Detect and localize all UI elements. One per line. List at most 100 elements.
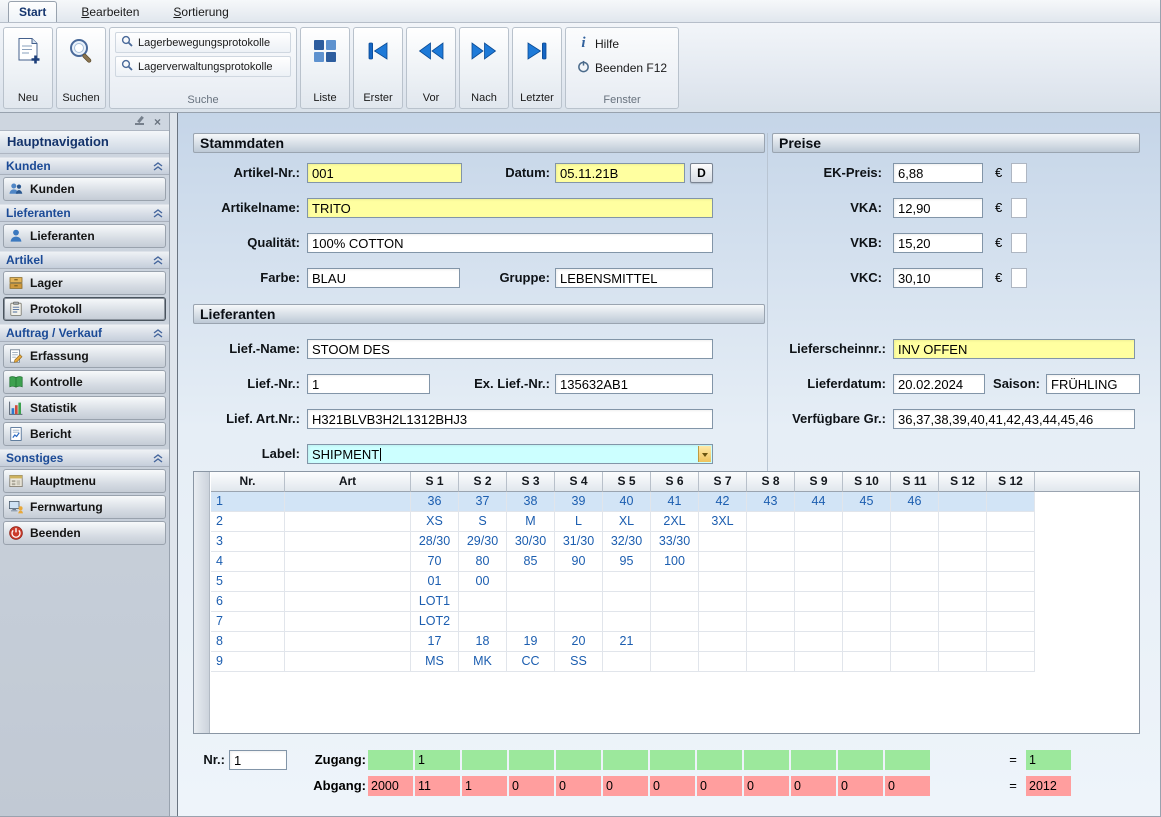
grid-cell[interactable] xyxy=(843,632,891,652)
grid-cell[interactable]: CC xyxy=(507,652,555,672)
splitter[interactable] xyxy=(170,113,177,816)
grid-cell[interactable] xyxy=(747,612,795,632)
grid-cell[interactable] xyxy=(891,572,939,592)
neu-button[interactable]: Neu xyxy=(3,27,53,109)
grid-cell[interactable] xyxy=(891,532,939,552)
grid-cell[interactable] xyxy=(651,612,699,632)
gruppe-input[interactable]: LEBENSMITTEL xyxy=(555,268,713,288)
grid-cell[interactable] xyxy=(459,612,507,632)
grid-cell[interactable]: 44 xyxy=(795,492,843,512)
grid-cell[interactable] xyxy=(285,512,411,532)
grid-cell[interactable] xyxy=(939,552,987,572)
grid-cell[interactable]: 2XL xyxy=(651,512,699,532)
sidebar-item-erfassung[interactable]: Erfassung xyxy=(3,344,166,368)
grid-cell[interactable] xyxy=(843,572,891,592)
grid-cell[interactable]: 3XL xyxy=(699,512,747,532)
tab-start[interactable]: Start xyxy=(8,1,57,22)
preise-row-input[interactable]: 30,10 xyxy=(893,268,983,288)
sidebar-item-hauptmenu[interactable]: Hauptmenu xyxy=(3,469,166,493)
grid-cell[interactable]: 7 xyxy=(211,612,285,632)
grid-cell[interactable]: 9 xyxy=(211,652,285,672)
grid-cell[interactable] xyxy=(987,632,1035,652)
grid-row[interactable]: 50100 xyxy=(211,572,1139,592)
saison-input[interactable]: FRÜHLING xyxy=(1046,374,1140,394)
preise-row-input[interactable]: 6,88 xyxy=(893,163,983,183)
grid-cell[interactable]: 5 xyxy=(211,572,285,592)
grid-cell[interactable] xyxy=(507,572,555,592)
sidebar-section-artikel[interactable]: Artikel xyxy=(0,251,169,269)
grid-cell[interactable] xyxy=(699,652,747,672)
grid-cell[interactable] xyxy=(795,552,843,572)
close-icon[interactable] xyxy=(154,117,161,127)
artikel-nr-input[interactable]: 001 xyxy=(307,163,462,183)
grid-cell[interactable]: LOT2 xyxy=(411,612,459,632)
grid-cell[interactable] xyxy=(747,652,795,672)
grid-row[interactable]: 47080859095100 xyxy=(211,552,1139,572)
grid-cell[interactable]: L xyxy=(555,512,603,532)
grid-cell[interactable] xyxy=(795,652,843,672)
grid-row[interactable]: 13637383940414243444546 xyxy=(211,492,1139,512)
grid-cell[interactable] xyxy=(795,632,843,652)
grid-row[interactable]: 81718192021 xyxy=(211,632,1139,652)
grid-cell[interactable]: 39 xyxy=(555,492,603,512)
grid-cell[interactable]: 45 xyxy=(843,492,891,512)
grid-cell[interactable]: 43 xyxy=(747,492,795,512)
grid-row[interactable]: 9MSMKCCSS xyxy=(211,652,1139,672)
grid-row[interactable]: 7 LOT2 xyxy=(211,612,1139,632)
lief-name-input[interactable]: STOOM DES xyxy=(307,339,713,359)
grid-cell[interactable] xyxy=(843,652,891,672)
grid-cell[interactable] xyxy=(939,632,987,652)
grid-cell[interactable]: 20 xyxy=(555,632,603,652)
grid-cell[interactable]: 100 xyxy=(651,552,699,572)
grid-cell[interactable]: S xyxy=(459,512,507,532)
sidebar-section-sonstiges[interactable]: Sonstiges xyxy=(0,449,169,467)
grid-cell[interactable]: 70 xyxy=(411,552,459,572)
grid-cell[interactable] xyxy=(555,612,603,632)
grid-cell[interactable] xyxy=(285,552,411,572)
lieferschein-input[interactable]: INV OFFEN xyxy=(893,339,1135,359)
grid-cell[interactable] xyxy=(603,612,651,632)
grid-cell[interactable] xyxy=(285,492,411,512)
grid-cell[interactable] xyxy=(651,632,699,652)
grid-cell[interactable]: 2 xyxy=(211,512,285,532)
grid-cell[interactable]: 1 xyxy=(211,492,285,512)
grid-cell[interactable]: 6 xyxy=(211,592,285,612)
grid-cell[interactable]: 17 xyxy=(411,632,459,652)
grid-cell[interactable] xyxy=(939,572,987,592)
grid-cell[interactable]: 80 xyxy=(459,552,507,572)
letzter-button[interactable]: Letzter xyxy=(512,27,562,109)
lagerverwaltungsprotokolle-button[interactable]: Lagerverwaltungsprotokolle xyxy=(115,56,291,77)
grid-cell[interactable]: 32/30 xyxy=(603,532,651,552)
artikelname-input[interactable]: TRITO xyxy=(307,198,713,218)
grid-cell[interactable] xyxy=(285,592,411,612)
tab-bearbeiten[interactable]: Bearbeiten xyxy=(71,2,149,22)
grid-cell[interactable] xyxy=(699,632,747,652)
grid-cell[interactable] xyxy=(699,592,747,612)
grid-cell[interactable]: M xyxy=(507,512,555,532)
vor-button[interactable]: Vor xyxy=(406,27,456,109)
grid-cell[interactable] xyxy=(939,492,987,512)
grid-cell[interactable] xyxy=(987,552,1035,572)
grid-cell[interactable]: 28/30 xyxy=(411,532,459,552)
dropdown-arrow-icon[interactable] xyxy=(698,446,711,462)
grid-cell[interactable] xyxy=(843,552,891,572)
grid-cell[interactable] xyxy=(987,532,1035,552)
nach-button[interactable]: Nach xyxy=(459,27,509,109)
grid-cell[interactable] xyxy=(459,592,507,612)
grid-cell[interactable] xyxy=(747,552,795,572)
grid-cell[interactable] xyxy=(747,532,795,552)
liste-button[interactable]: Liste xyxy=(300,27,350,109)
grid-cell[interactable]: 30/30 xyxy=(507,532,555,552)
grid-cell[interactable] xyxy=(507,592,555,612)
grid-row[interactable]: 2XSSMLXL2XL3XL xyxy=(211,512,1139,532)
sidebar-item-statistik[interactable]: Statistik xyxy=(3,396,166,420)
grid-cell[interactable] xyxy=(285,532,411,552)
grid-cell[interactable] xyxy=(987,612,1035,632)
lief-artnr-input[interactable]: H321BLVB3H2L1312BHJ3 xyxy=(307,409,713,429)
grid-cell[interactable]: XL xyxy=(603,512,651,532)
grid-cell[interactable] xyxy=(987,492,1035,512)
verfuegbare-input[interactable]: 36,37,38,39,40,41,42,43,44,45,46 xyxy=(893,409,1135,429)
grid-cell[interactable]: 19 xyxy=(507,632,555,652)
grid-cell[interactable]: 42 xyxy=(699,492,747,512)
ex-lief-nr-input[interactable]: 135632AB1 xyxy=(555,374,713,394)
